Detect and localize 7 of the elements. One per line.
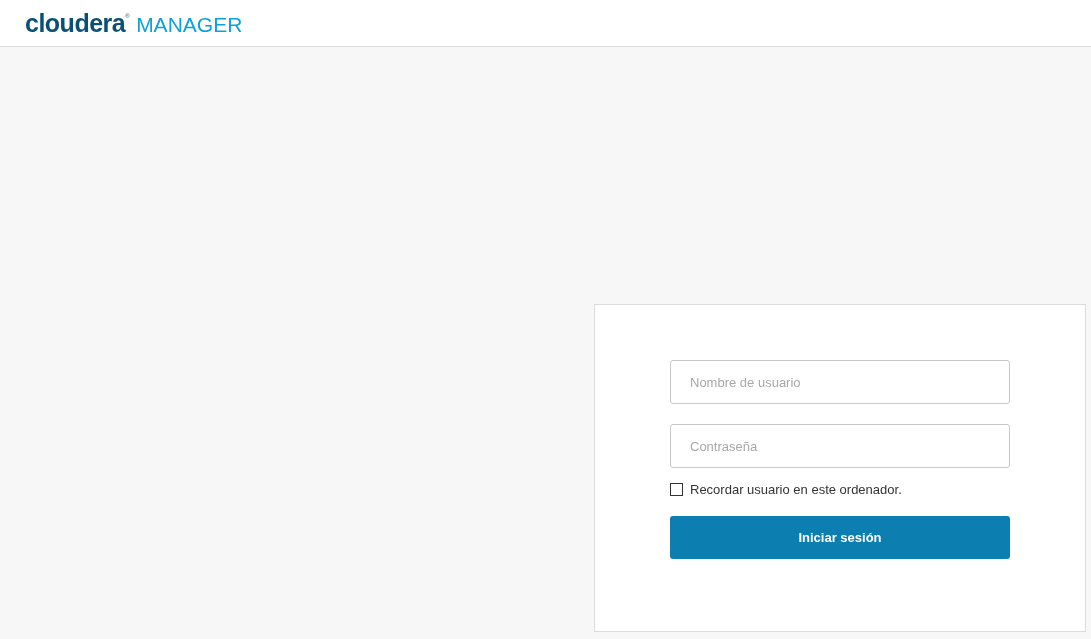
login-button[interactable]: Iniciar sesión	[670, 516, 1010, 559]
password-field[interactable]: Contraseña	[670, 424, 1010, 468]
product-name: MANAGER	[136, 11, 243, 37]
remember-checkbox[interactable]	[670, 483, 683, 496]
brand-logo: cloudera$^{®}$	[25, 8, 130, 38]
remember-label: Recordar usuario en este ordenador.	[690, 482, 902, 497]
username-field[interactable]: Nombre de usuario	[670, 360, 1010, 404]
